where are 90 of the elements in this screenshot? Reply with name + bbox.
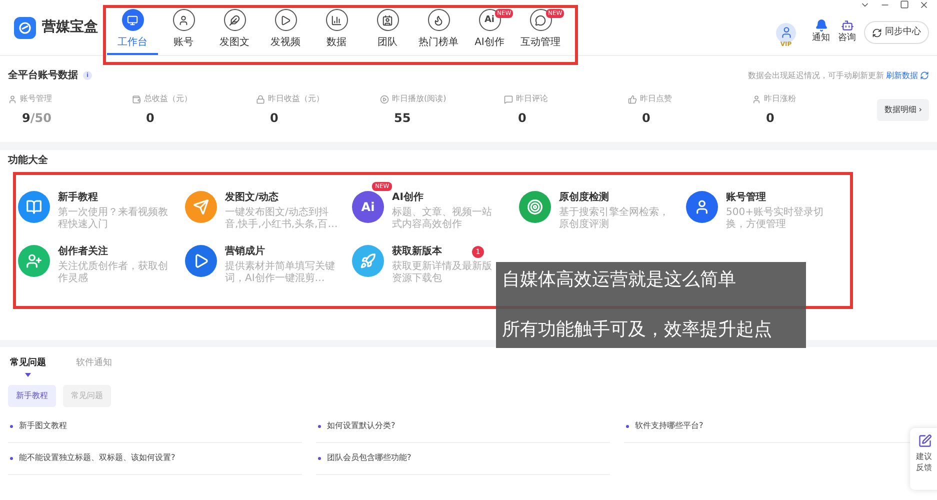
- section-title: 功能大全: [8, 155, 48, 167]
- feature-icon[interactable]: [18, 245, 50, 277]
- stat-label: 昨日播放(阅读): [392, 93, 446, 105]
- section-title: 全平台账号数据: [8, 68, 78, 83]
- question-link[interactable]: 软件支持哪些平台?: [635, 420, 704, 432]
- feature-description: 关注优质创作者，获取创作灵感: [58, 261, 169, 285]
- stat-value: 0: [641, 110, 652, 127]
- caption-text: 自媒体高效运营就是这么简单: [502, 268, 737, 292]
- bell-icon: [814, 19, 828, 32]
- stat-value: 0: [269, 110, 280, 127]
- feature-title: 营销成片: [225, 245, 265, 259]
- stat-label: 账号管理: [20, 93, 52, 105]
- nav-tab[interactable]: 工作台: [107, 3, 158, 55]
- feature-title: AI创作: [392, 191, 424, 205]
- feature-description: 基于搜索引擎全网检索，原创度评测: [559, 207, 670, 231]
- nav-tab[interactable]: 发图文: [209, 3, 260, 55]
- stat-label: 总收益（元）: [144, 93, 192, 105]
- bullet-icon: [318, 456, 321, 460]
- sync-button[interactable]: 同步中心: [864, 20, 929, 44]
- feature-title: 发图文/动态: [225, 191, 279, 205]
- stat-icon: [504, 94, 513, 104]
- stat-icon: [132, 94, 141, 104]
- stat-value: 9/50: [21, 110, 52, 127]
- feature-icon[interactable]: [185, 245, 217, 277]
- nav-icon: [428, 9, 450, 31]
- stat-icon: [8, 94, 17, 104]
- consult-button[interactable]: 咨询: [838, 19, 856, 46]
- refresh-link[interactable]: 刷新数据: [886, 70, 918, 82]
- feature-icon[interactable]: [686, 191, 718, 223]
- app-name: 营媒宝盒: [42, 18, 98, 37]
- nav-tab[interactable]: 数据: [311, 3, 362, 55]
- stat-label: 昨日评论: [516, 93, 548, 105]
- bullet-icon: [10, 424, 13, 428]
- feature-icon[interactable]: [519, 191, 551, 223]
- feature-title: 账号管理: [726, 191, 766, 205]
- stat-label: 昨日点赞: [640, 93, 672, 105]
- notify-button[interactable]: 通知: [812, 19, 830, 46]
- stat-icon: [380, 94, 389, 104]
- data-detail-button[interactable]: 数据明细 ›: [877, 99, 929, 121]
- sync-icon: [872, 28, 882, 38]
- stat-value: 0: [517, 110, 528, 127]
- question-link[interactable]: 团队会员包含哪些功能?: [327, 452, 412, 464]
- help-tab[interactable]: 常见问题: [10, 357, 46, 376]
- stat-label: 昨日涨粉: [764, 93, 796, 105]
- bullet-icon: [626, 424, 629, 428]
- stat-value: 0: [145, 110, 156, 127]
- feedback-button[interactable]: 建议反馈: [910, 428, 937, 490]
- nav-icon: [224, 9, 246, 31]
- feature-description: 提供素材并简单填写关键词，AI创作一键混剪…: [225, 261, 336, 285]
- nav-tab[interactable]: 账号: [158, 3, 209, 55]
- feature-description: 一键发布图文/动态到抖音,快手,小红书,头条,百…: [225, 207, 339, 231]
- nav-tab[interactable]: 热门榜单: [413, 3, 464, 55]
- caption-text: 所有功能触手可及，效率提升起点: [502, 318, 773, 342]
- feature-title: 获取新版本: [392, 245, 442, 259]
- nav-icon: [376, 9, 398, 31]
- feature-description: 获取更新详情及最新版资源下载包: [392, 261, 493, 285]
- feature-description: 标题、文章、视频一站式内容高效创作: [392, 207, 493, 231]
- robot-icon: [840, 19, 854, 32]
- nav-tab[interactable]: 发视频: [260, 3, 311, 55]
- nav-icon: [172, 9, 194, 31]
- feature-title: 新手教程: [58, 191, 98, 205]
- bullet-icon: [318, 424, 321, 428]
- feature-title: 原创度检测: [559, 191, 609, 205]
- stat-icon: [256, 94, 265, 104]
- delay-note: 数据会出现延迟情况，可手动刷新更新: [748, 70, 884, 82]
- question-link[interactable]: 如何设置默认分类?: [327, 420, 396, 432]
- question-link[interactable]: 新手图文教程: [19, 420, 67, 432]
- feature-icon[interactable]: [352, 245, 384, 277]
- close-icon[interactable]: [919, 0, 929, 10]
- stat-icon: [628, 94, 637, 104]
- nav-icon: [326, 9, 348, 31]
- edit-icon: [918, 434, 932, 448]
- refresh-icon[interactable]: [920, 71, 929, 80]
- maximize-icon[interactable]: [900, 0, 909, 9]
- feature-icon[interactable]: Ai: [352, 191, 384, 223]
- feature-description: 第一次使用？来看视频教程快速入门: [58, 207, 169, 231]
- stat-icon: [752, 94, 761, 104]
- feature-description: 500+账号实时登录切换，方便管理: [726, 207, 824, 231]
- filter-chip[interactable]: 新手教程: [8, 384, 56, 406]
- bullet-icon: [10, 456, 13, 460]
- feature-icon[interactable]: [18, 191, 50, 223]
- stat-value: 0: [765, 110, 776, 127]
- stat-value: 55: [393, 110, 412, 127]
- nav-tab[interactable]: 团队: [362, 3, 413, 55]
- feature-title: 创作者关注: [58, 245, 108, 259]
- logo-icon: [14, 16, 36, 38]
- question-link[interactable]: 能不能设置独立标题、双标题、该如何设置?: [19, 452, 176, 464]
- stat-label: 昨日收益（元）: [268, 93, 324, 105]
- nav-icon: [122, 9, 144, 31]
- nav-icon: [274, 9, 296, 31]
